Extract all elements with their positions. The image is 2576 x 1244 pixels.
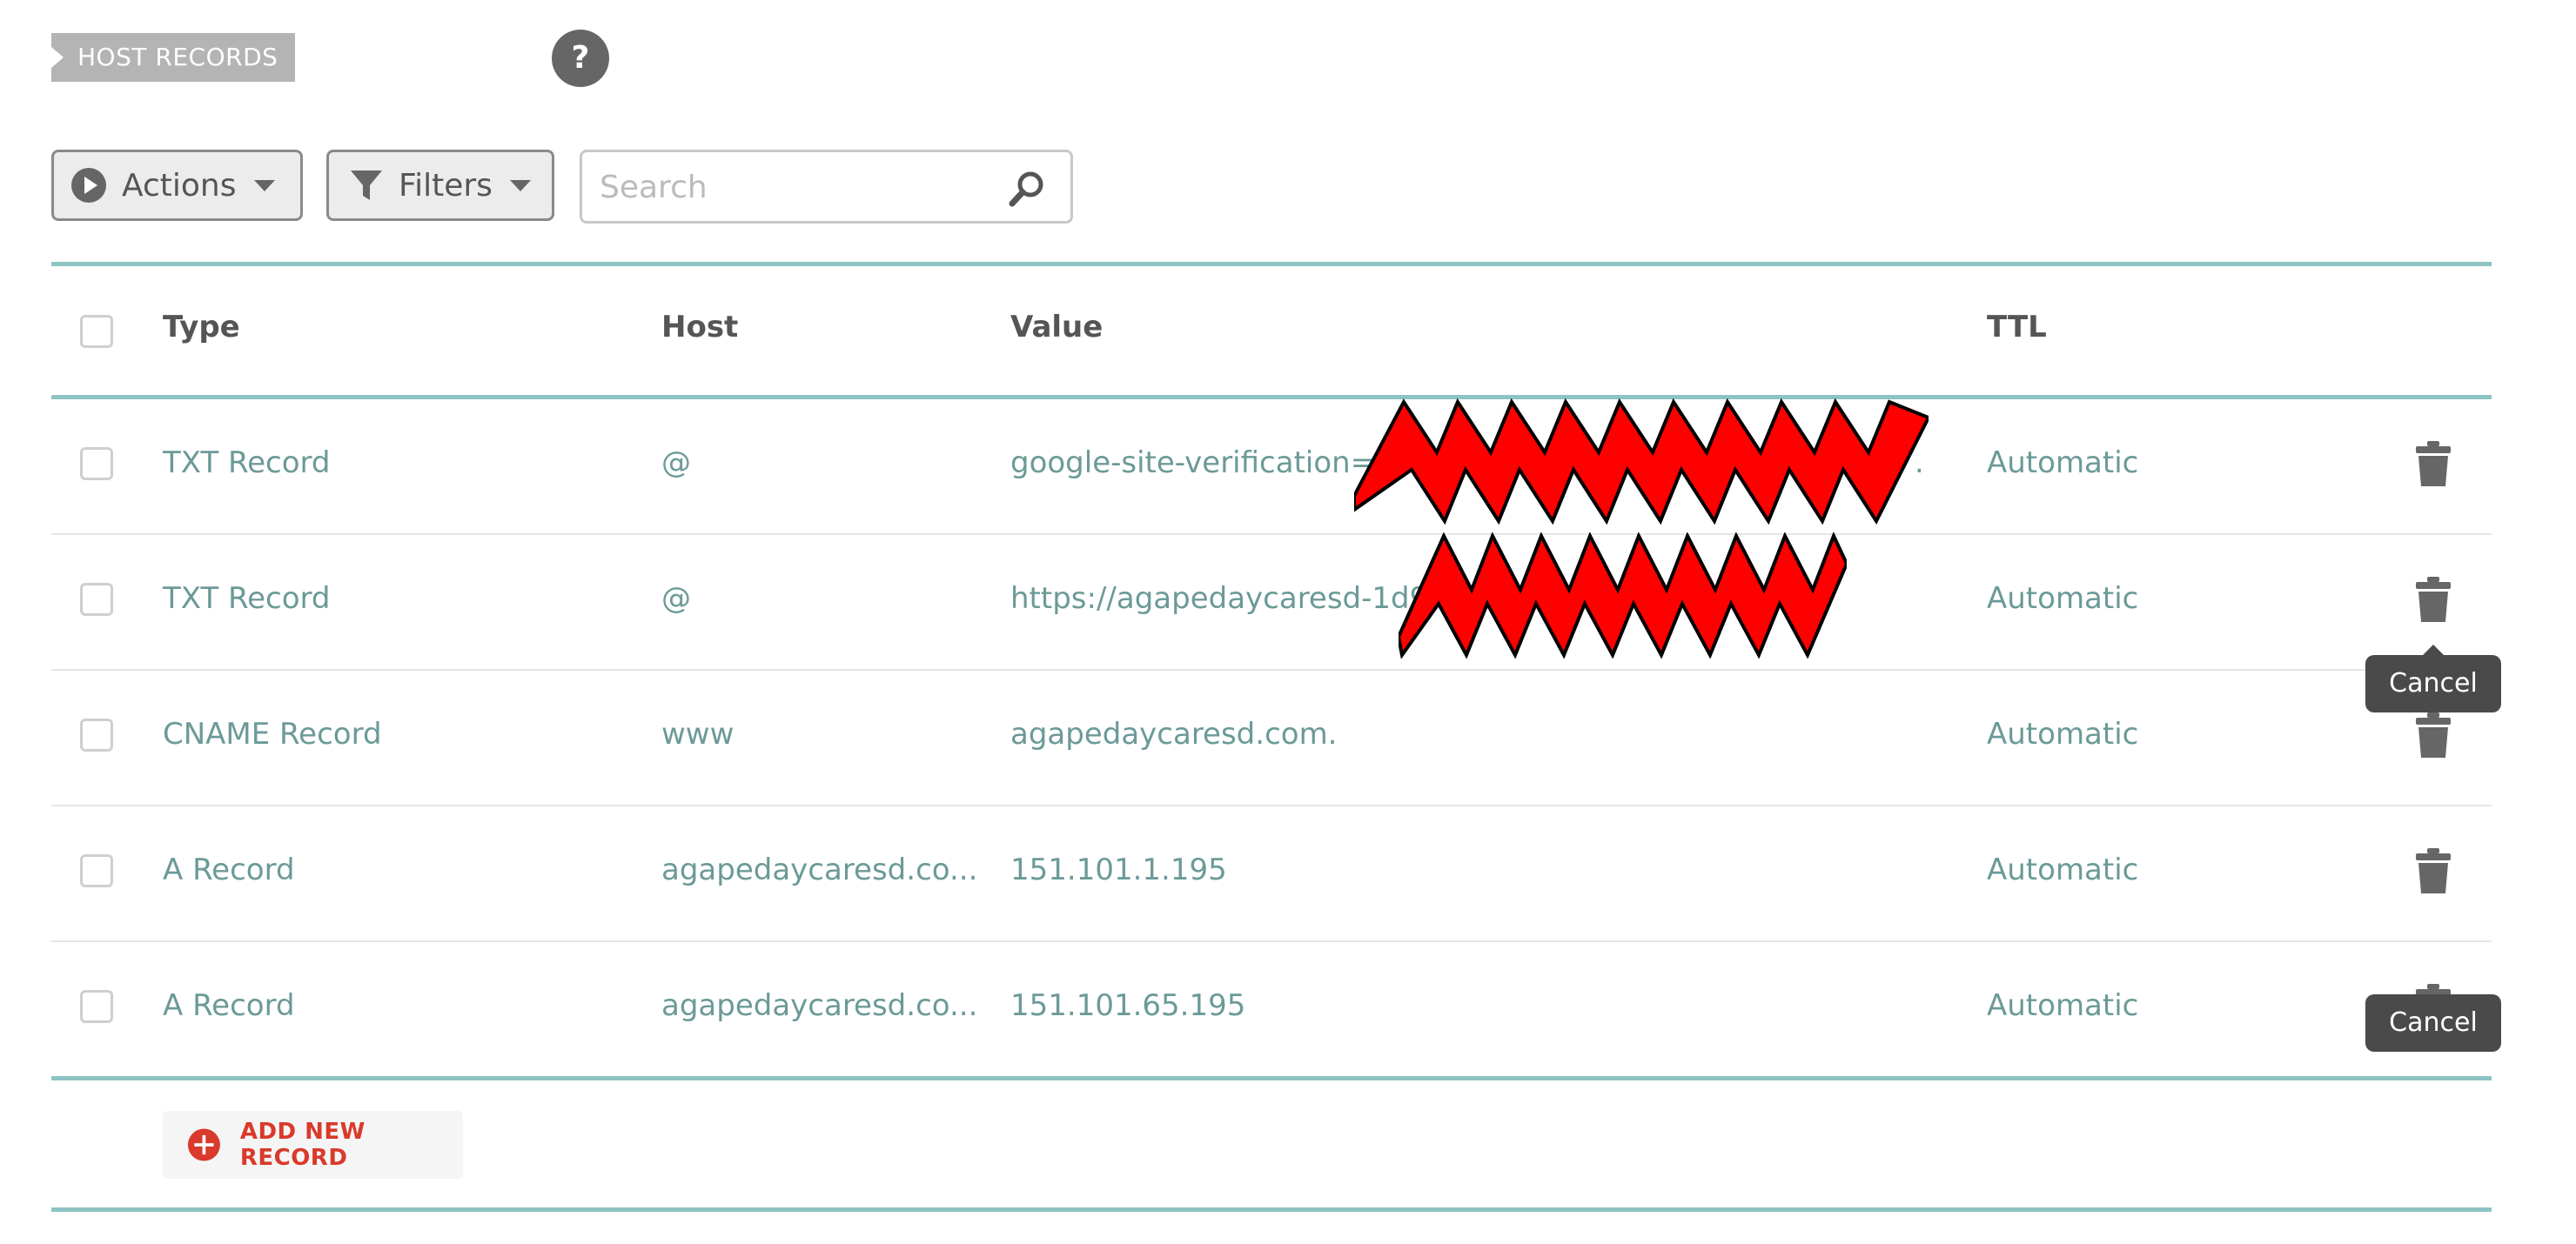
- record-type: A Record: [163, 988, 295, 1023]
- row-checkbox[interactable]: [80, 447, 113, 480]
- record-value[interactable]: agapedaycaresd.com.: [1010, 717, 1338, 752]
- record-host: www: [661, 717, 735, 752]
- row-divider: [51, 805, 2492, 806]
- filter-icon: [351, 171, 382, 200]
- search-input[interactable]: [598, 164, 984, 210]
- search-box: [580, 150, 1073, 224]
- row-checkbox[interactable]: [80, 854, 113, 887]
- search-icon[interactable]: [1008, 170, 1046, 208]
- add-new-record-button[interactable]: ADD NEW RECORD: [163, 1111, 463, 1179]
- table-bottom-border: [51, 1076, 2492, 1080]
- help-icon[interactable]: ?: [552, 30, 609, 87]
- column-header-ttl: TTL: [1987, 310, 2047, 344]
- row-checkbox[interactable]: [80, 990, 113, 1023]
- row-divider: [51, 533, 2492, 535]
- add-new-record-label: ADD NEW RECORD: [239, 1119, 366, 1171]
- add-circle-icon: [187, 1128, 220, 1161]
- record-host: @: [661, 581, 691, 616]
- record-ttl: Automatic: [1987, 853, 2139, 887]
- row-divider: [51, 669, 2492, 671]
- trash-icon[interactable]: [2415, 846, 2452, 895]
- section-title: HOST RECORDS: [51, 33, 296, 82]
- row-checkbox[interactable]: [80, 719, 113, 752]
- row-divider: [51, 940, 2492, 942]
- column-header-type: Type: [163, 310, 240, 344]
- trash-icon[interactable]: [2415, 575, 2452, 624]
- record-host: agapedaycaresd.co...: [661, 853, 978, 887]
- column-header-value: Value: [1010, 310, 1104, 344]
- table-top-border: [51, 262, 2492, 266]
- record-value[interactable]: 151.101.1.195: [1010, 853, 1227, 887]
- record-value[interactable]: 151.101.65.195: [1010, 988, 1245, 1023]
- chevron-down-icon: [509, 179, 531, 191]
- redaction-mark: [1399, 532, 1847, 659]
- record-ttl: Automatic: [1987, 581, 2139, 616]
- record-ttl: Automatic: [1987, 717, 2139, 752]
- record-value[interactable]: google-site-verification=: [1010, 445, 1375, 480]
- column-header-host: Host: [661, 310, 739, 344]
- record-type: CNAME Record: [163, 717, 382, 752]
- record-type: TXT Record: [163, 445, 331, 480]
- record-type: A Record: [163, 853, 295, 887]
- actions-button[interactable]: Actions: [51, 150, 303, 221]
- footer-border: [51, 1207, 2492, 1212]
- record-host: agapedaycaresd.co...: [661, 988, 978, 1023]
- filters-button[interactable]: Filters: [326, 150, 554, 221]
- trash-icon[interactable]: [2415, 439, 2452, 488]
- cancel-tooltip[interactable]: Cancel: [2365, 994, 2501, 1052]
- trash-icon[interactable]: [2415, 711, 2452, 759]
- table-header-border: [51, 395, 2492, 399]
- filters-label: Filters: [399, 167, 493, 204]
- record-value[interactable]: https://agapedaycaresd-1d9: [1010, 581, 1428, 616]
- record-ttl: Automatic: [1987, 445, 2139, 480]
- row-checkbox[interactable]: [80, 583, 113, 616]
- play-icon: [71, 168, 106, 203]
- cancel-tooltip[interactable]: Cancel: [2365, 645, 2501, 712]
- redaction-mark: [1354, 398, 1929, 525]
- record-type: TXT Record: [163, 581, 331, 616]
- actions-label: Actions: [122, 167, 237, 204]
- chevron-down-icon: [253, 179, 275, 191]
- record-host: @: [661, 445, 691, 480]
- record-ttl: Automatic: [1987, 988, 2139, 1023]
- select-all-checkbox[interactable]: [80, 315, 113, 348]
